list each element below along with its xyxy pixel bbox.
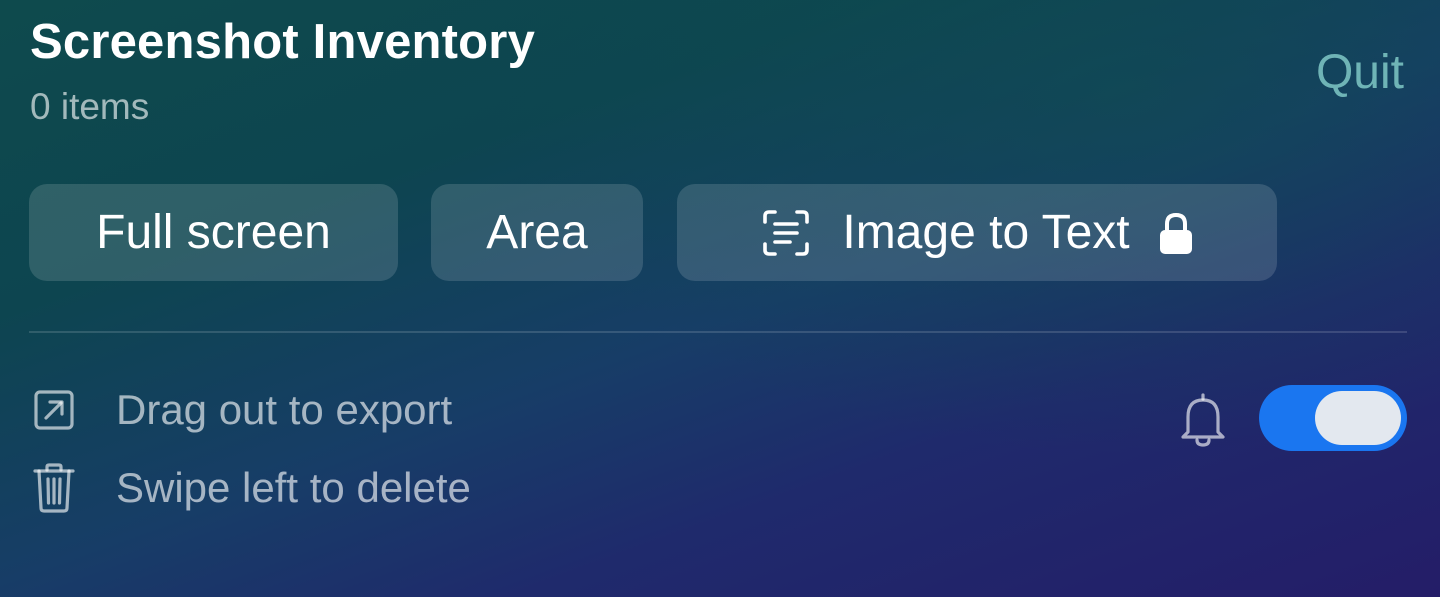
notifications-toggle[interactable] bbox=[1259, 385, 1407, 451]
hint-drag-out-to-export: Drag out to export bbox=[32, 386, 452, 434]
hint-export-text: Drag out to export bbox=[116, 386, 453, 433]
toggle-knob bbox=[1315, 391, 1401, 445]
trash-icon bbox=[33, 463, 75, 513]
export-arrow-icon bbox=[34, 390, 74, 430]
area-button-label: Area bbox=[486, 206, 588, 259]
bell-icon[interactable] bbox=[1177, 392, 1229, 448]
area-button[interactable]: Area bbox=[431, 184, 643, 281]
image-to-text-button[interactable]: Image to Text bbox=[677, 184, 1277, 281]
image-to-text-button-label: Image to Text bbox=[842, 206, 1130, 259]
hint-swipe-left-to-delete: Swipe left to delete bbox=[32, 462, 471, 514]
full-screen-button[interactable]: Full screen bbox=[29, 184, 398, 281]
page-title: Screenshot Inventory bbox=[30, 15, 536, 69]
text-recognition-icon bbox=[763, 209, 810, 256]
item-count: 0 items bbox=[30, 86, 150, 127]
screenshot-inventory-panel: Screenshot Inventory 0 items Quit Full s… bbox=[0, 0, 1440, 597]
divider bbox=[29, 331, 1407, 333]
quit-button[interactable]: Quit bbox=[1316, 45, 1404, 100]
lock-icon bbox=[1159, 212, 1192, 254]
hint-delete-text: Swipe left to delete bbox=[116, 464, 471, 511]
full-screen-button-label: Full screen bbox=[96, 206, 331, 259]
